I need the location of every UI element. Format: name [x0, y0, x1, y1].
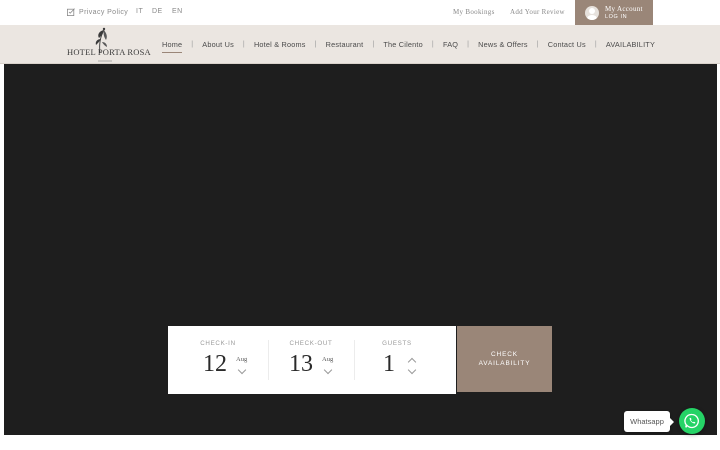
chevron-down-icon[interactable] — [323, 365, 333, 375]
nav-separator: | — [431, 41, 434, 48]
checkin-field[interactable]: CHECK-IN 12 Aug — [168, 326, 268, 394]
nav-hotel-rooms[interactable]: Hotel & Rooms — [254, 40, 306, 49]
main-header: HOTEL PORTA ROSA Home | About Us | Hotel… — [0, 25, 720, 64]
checkout-month: Aug — [322, 356, 334, 363]
checkin-month: Aug — [236, 356, 248, 363]
logo-text: HOTEL PORTA ROSA — [67, 47, 151, 57]
nav-home[interactable]: Home — [162, 40, 183, 53]
check-availability-button[interactable]: CHECK AVAILABILITY — [457, 326, 552, 392]
nav-separator: | — [467, 41, 470, 48]
account-button[interactable]: My Account LOG IN — [575, 0, 653, 25]
account-title: My Account — [605, 4, 643, 13]
nav-separator: | — [372, 41, 375, 48]
guests-value: 1 — [383, 351, 395, 377]
logo-flower-icon — [95, 27, 112, 62]
top-bar: Privacy Policy IT DE EN My Bookings Add … — [0, 0, 720, 25]
nav-separator: | — [242, 41, 245, 48]
privacy-policy-label: Privacy Policy — [79, 8, 129, 16]
my-bookings-link[interactable]: My Bookings — [453, 8, 495, 16]
lang-en-link[interactable]: EN — [172, 8, 183, 15]
checkout-label: CHECK-OUT — [289, 340, 333, 347]
checkin-label: CHECK-IN — [200, 340, 236, 347]
guests-label: GUESTS — [382, 340, 412, 347]
whatsapp-icon — [684, 413, 699, 429]
checkin-day: 12 — [203, 351, 227, 377]
check-button-line1: CHECK — [491, 351, 518, 358]
checkout-day: 13 — [289, 351, 313, 377]
main-nav: Home | About Us | Hotel & Rooms | Restau… — [162, 40, 655, 53]
lang-de-link[interactable]: DE — [152, 8, 163, 15]
nav-separator: | — [314, 41, 317, 48]
nav-about-us[interactable]: About Us — [202, 40, 234, 49]
nav-separator: | — [191, 41, 194, 48]
lang-it-link[interactable]: IT — [136, 8, 143, 15]
nav-the-cilento[interactable]: The Cilento — [383, 40, 423, 49]
checkout-field[interactable]: CHECK-OUT 13 Aug — [268, 326, 354, 394]
add-review-link[interactable]: Add Your Review — [510, 8, 565, 16]
nav-separator: | — [536, 41, 539, 48]
nav-separator: | — [594, 41, 597, 48]
checkbox-edit-icon — [67, 8, 75, 16]
account-login: LOG IN — [605, 13, 628, 20]
whatsapp-label[interactable]: Whatsapp — [624, 411, 674, 432]
nav-availability[interactable]: AVAILABILITY — [606, 40, 655, 49]
chevron-down-icon[interactable] — [237, 365, 247, 375]
guests-field[interactable]: GUESTS 1 — [354, 326, 440, 394]
whatsapp-label-text: Whatsapp — [630, 417, 664, 426]
nav-news-offers[interactable]: News & Offers — [478, 40, 528, 49]
hotel-logo[interactable]: HOTEL PORTA ROSA — [66, 27, 151, 63]
nav-faq[interactable]: FAQ — [443, 40, 458, 49]
privacy-policy-link[interactable]: Privacy Policy — [67, 8, 128, 16]
whatsapp-button[interactable] — [679, 408, 705, 434]
user-avatar-icon — [585, 5, 599, 20]
nav-contact-us[interactable]: Contact Us — [548, 40, 586, 49]
nav-restaurant[interactable]: Restaurant — [326, 40, 364, 49]
booking-widget: CHECK-IN 12 Aug CHECK-OUT 13 Aug GUESTS … — [168, 326, 456, 394]
check-button-line2: AVAILABILITY — [478, 360, 531, 367]
chevron-down-icon[interactable] — [407, 365, 417, 375]
